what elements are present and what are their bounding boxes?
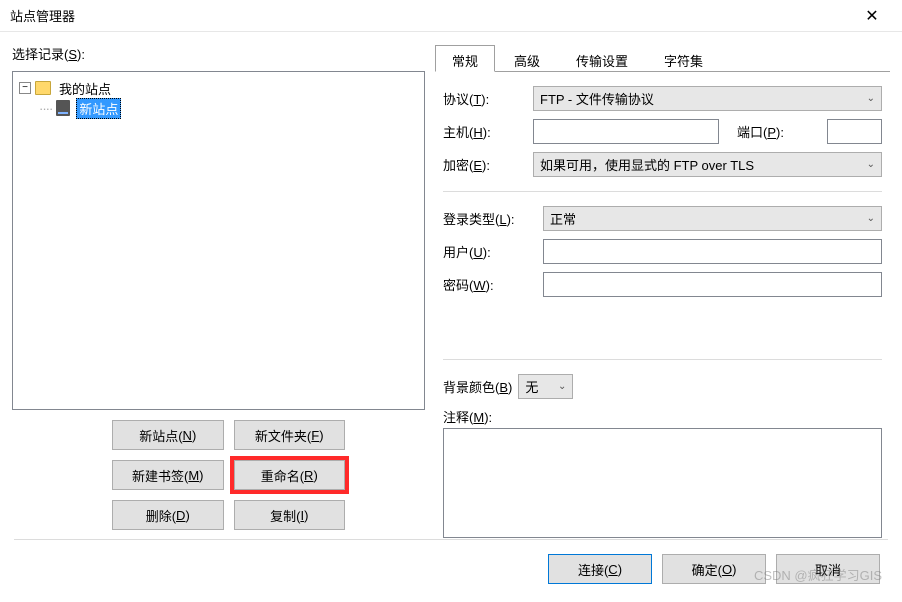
rename-highlight-box: 重命名(R) <box>230 456 350 494</box>
site-tree[interactable]: − 我的站点 ···· 新站点 <box>12 71 425 410</box>
titlebar: 站点管理器 ✕ <box>0 0 902 32</box>
close-button[interactable]: ✕ <box>852 0 892 32</box>
ok-button[interactable]: 确定(O) <box>662 554 766 584</box>
cancel-button[interactable]: 取消 <box>776 554 880 584</box>
user-input[interactable] <box>543 239 882 264</box>
general-form: 协议(T): FTP - 文件传输协议⌄ 主机(H): 端口(P): 加密(E)… <box>435 72 890 538</box>
separator <box>443 359 882 360</box>
tree-item-row[interactable]: ···· 新站点 <box>39 98 418 118</box>
chevron-down-icon: ⌄ <box>867 213 875 224</box>
tree-connector-icon: ···· <box>39 101 52 116</box>
new-site-button[interactable]: 新站点(N) <box>112 420 224 450</box>
host-input[interactable] <box>533 119 719 144</box>
tabs-bar: 常规 高级 传输设置 字符集 <box>435 44 890 72</box>
server-icon <box>56 100 70 116</box>
folder-icon <box>35 81 51 95</box>
protocol-label: 协议(T): <box>443 89 523 108</box>
port-label: 端口(P): <box>737 122 817 141</box>
footer-separator <box>14 539 888 540</box>
chevron-down-icon: ⌄ <box>558 381 566 392</box>
new-folder-button[interactable]: 新文件夹(F) <box>234 420 346 450</box>
tab-transfer[interactable]: 传输设置 <box>559 45 645 72</box>
separator <box>443 191 882 192</box>
site-buttons: 新站点(N) 新文件夹(F) 新建书签(M) 重命名(R) 删除(D) 复制(I… <box>12 420 425 530</box>
encryption-label: 加密(E): <box>443 155 523 174</box>
window-title: 站点管理器 <box>10 6 852 25</box>
host-label: 主机(H): <box>443 122 523 141</box>
tree-item-label[interactable]: 新站点 <box>76 98 121 119</box>
tree-root-label: 我的站点 <box>57 79 113 98</box>
tree-root-row[interactable]: − 我的站点 <box>19 78 418 98</box>
connect-button[interactable]: 连接(C) <box>548 554 652 584</box>
chevron-down-icon: ⌄ <box>867 159 875 170</box>
copy-button[interactable]: 复制(I) <box>234 500 346 530</box>
port-input[interactable] <box>827 119 882 144</box>
comment-textarea[interactable] <box>443 428 882 538</box>
bgcolor-label: 背景颜色(B) <box>443 377 512 396</box>
password-label: 密码(W): <box>443 275 533 294</box>
new-bookmark-button[interactable]: 新建书签(M) <box>112 460 224 490</box>
user-label: 用户(U): <box>443 242 533 261</box>
comment-label: 注释(M): <box>443 410 492 425</box>
select-entry-label: 选择记录(S): <box>12 44 425 63</box>
delete-button[interactable]: 删除(D) <box>112 500 224 530</box>
encryption-select[interactable]: 如果可用，使用显式的 FTP over TLS⌄ <box>533 152 882 177</box>
protocol-select[interactable]: FTP - 文件传输协议⌄ <box>533 86 882 111</box>
tab-advanced[interactable]: 高级 <box>497 45 557 72</box>
bgcolor-select[interactable]: 无⌄ <box>518 374 573 399</box>
chevron-down-icon: ⌄ <box>867 93 875 104</box>
logon-type-select[interactable]: 正常⌄ <box>543 206 882 231</box>
tab-general[interactable]: 常规 <box>435 45 495 72</box>
logon-type-label: 登录类型(L): <box>443 209 533 228</box>
collapse-icon[interactable]: − <box>19 82 31 94</box>
footer-buttons: 连接(C) 确定(O) 取消 <box>0 554 902 602</box>
tab-charset[interactable]: 字符集 <box>647 45 720 72</box>
password-input[interactable] <box>543 272 882 297</box>
rename-button[interactable]: 重命名(R) <box>234 460 346 490</box>
